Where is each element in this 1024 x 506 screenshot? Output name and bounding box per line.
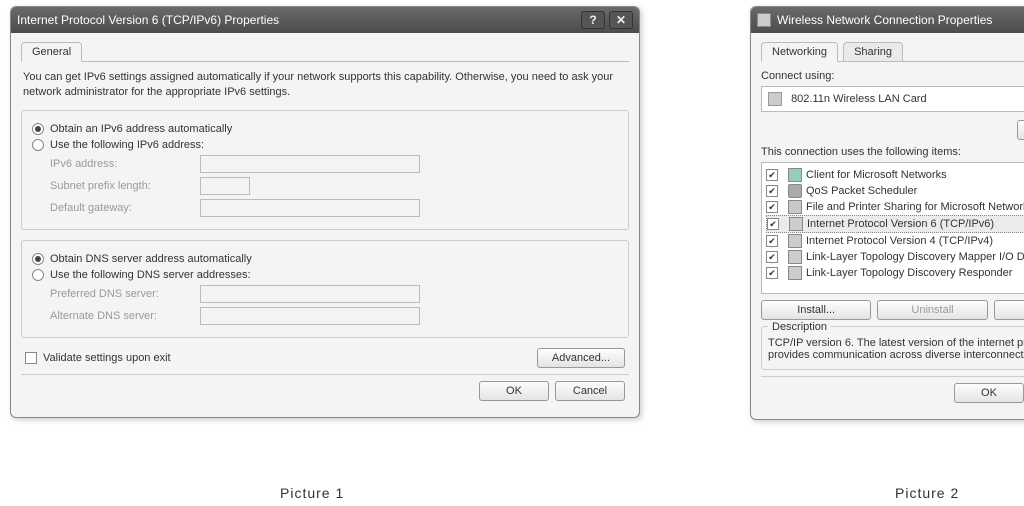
radio-auto-dns[interactable] — [32, 253, 44, 265]
list-item[interactable]: Internet Protocol Version 4 (TCP/IPv4) — [766, 233, 1024, 249]
adapter-box: 802.11n Wireless LAN Card — [761, 86, 1024, 112]
ipv6-tabrow: General — [21, 41, 629, 62]
list-item[interactable]: Link-Layer Topology Discovery Mapper I/O… — [766, 249, 1024, 265]
item-checkbox[interactable] — [766, 251, 778, 263]
gear-icon — [788, 184, 802, 198]
radio-auto-address-label: Obtain an IPv6 address automatically — [50, 123, 232, 135]
install-button[interactable]: Install... — [761, 300, 871, 320]
advanced-button[interactable]: Advanced... — [537, 348, 625, 368]
wlan-body: Networking Sharing Connect using: 802.11… — [751, 33, 1024, 419]
wlan-button-row: OK Cancel — [761, 376, 1024, 409]
item-label: Client for Microsoft Networks — [806, 169, 947, 181]
ipv6-button-row: OK Cancel — [21, 374, 629, 407]
radio-auto-address[interactable] — [32, 123, 44, 135]
picture1-caption: Picture 1 — [280, 485, 344, 501]
validate-label: Validate settings upon exit — [43, 352, 171, 364]
stack-icon — [788, 200, 802, 214]
description-legend: Description — [768, 321, 831, 333]
alt-dns-row: Alternate DNS server: — [50, 307, 618, 325]
radio-manual-address-row[interactable]: Use the following IPv6 address: — [32, 139, 618, 151]
help-button[interactable]: ? — [581, 11, 605, 29]
item-label: File and Printer Sharing for Microsoft N… — [806, 201, 1024, 213]
item-checkbox[interactable] — [766, 267, 778, 279]
pref-dns-row: Preferred DNS server: — [50, 285, 618, 303]
ipv6-address-label: IPv6 address: — [50, 158, 200, 170]
ipv6-address-input — [200, 155, 420, 173]
close-button[interactable]: ✕ — [609, 11, 633, 29]
item-checkbox[interactable] — [767, 218, 779, 230]
ok-button[interactable]: OK — [479, 381, 549, 401]
radio-manual-address-label: Use the following IPv6 address: — [50, 139, 204, 151]
arrow-icon — [788, 266, 802, 280]
ipv6-body: General You can get IPv6 settings assign… — [11, 33, 639, 417]
arrow-icon — [788, 250, 802, 264]
dns-group: Obtain DNS server address automatically … — [21, 240, 629, 338]
prefix-input — [200, 177, 250, 195]
gateway-input — [200, 199, 420, 217]
adapter-icon — [768, 92, 782, 106]
list-item[interactable]: Internet Protocol Version 6 (TCP/IPv6) — [766, 215, 1024, 233]
radio-manual-dns[interactable] — [32, 269, 44, 281]
network-icon — [757, 13, 771, 27]
pref-dns-input — [200, 285, 420, 303]
list-item[interactable]: Client for Microsoft Networks — [766, 167, 1024, 183]
item-label: QoS Packet Scheduler — [806, 185, 917, 197]
picture2-caption: Picture 2 — [895, 485, 959, 501]
pref-dns-label: Preferred DNS server: — [50, 288, 200, 300]
properties-button[interactable]: Properties — [994, 300, 1024, 320]
item-checkbox[interactable] — [766, 169, 778, 181]
prefix-row: Subnet prefix length: — [50, 177, 618, 195]
item-checkbox[interactable] — [766, 235, 778, 247]
item-label: Internet Protocol Version 6 (TCP/IPv6) — [807, 218, 994, 230]
item-checkbox[interactable] — [766, 201, 778, 213]
ipv6-title: Internet Protocol Version 6 (TCP/IPv6) P… — [17, 13, 577, 27]
adapter-name: 802.11n Wireless LAN Card — [791, 93, 927, 105]
list-item[interactable]: Link-Layer Topology Discovery Responder — [766, 265, 1024, 281]
connect-using-label: Connect using: — [761, 70, 1024, 82]
radio-manual-address[interactable] — [32, 139, 44, 151]
radio-manual-dns-row[interactable]: Use the following DNS server addresses: — [32, 269, 618, 281]
wlan-tabrow: Networking Sharing — [761, 41, 1024, 62]
prefix-label: Subnet prefix length: — [50, 180, 200, 192]
item-checkbox[interactable] — [766, 185, 778, 197]
gateway-label: Default gateway: — [50, 202, 200, 214]
radio-auto-dns-label: Obtain DNS server address automatically — [50, 253, 252, 265]
components-list[interactable]: Client for Microsoft Networks QoS Packet … — [761, 162, 1024, 294]
ipv6-info-text: You can get IPv6 settings assigned autom… — [23, 70, 627, 100]
item-label: Link-Layer Topology Discovery Mapper I/O… — [806, 251, 1024, 263]
item-label: Link-Layer Topology Discovery Responder — [806, 267, 1012, 279]
validate-checkbox[interactable] — [25, 352, 37, 364]
ipv6-properties-dialog: Internet Protocol Version 6 (TCP/IPv6) P… — [10, 6, 640, 418]
arrow-icon — [789, 217, 803, 231]
list-item[interactable]: File and Printer Sharing for Microsoft N… — [766, 199, 1024, 215]
tab-general[interactable]: General — [21, 42, 82, 62]
alt-dns-input — [200, 307, 420, 325]
wlan-title: Wireless Network Connection Properties — [777, 13, 1024, 27]
tab-networking[interactable]: Networking — [761, 42, 838, 62]
radio-auto-dns-row[interactable]: Obtain DNS server address automatically — [32, 253, 618, 265]
alt-dns-label: Alternate DNS server: — [50, 310, 200, 322]
cancel-button[interactable]: Cancel — [555, 381, 625, 401]
description-text: TCP/IP version 6. The latest version of … — [768, 337, 1024, 361]
item-label: Internet Protocol Version 4 (TCP/IPv4) — [806, 235, 993, 247]
ipv6-titlebar: Internet Protocol Version 6 (TCP/IPv6) P… — [11, 7, 639, 33]
radio-auto-address-row[interactable]: Obtain an IPv6 address automatically — [32, 123, 618, 135]
ok-button[interactable]: OK — [954, 383, 1024, 403]
pc-icon — [788, 168, 802, 182]
tab-sharing[interactable]: Sharing — [843, 42, 903, 62]
arrow-icon — [788, 234, 802, 248]
configure-button[interactable]: Configure... — [1017, 120, 1024, 140]
wlan-titlebar: Wireless Network Connection Properties ✕ — [751, 7, 1024, 33]
description-box: Description TCP/IP version 6. The latest… — [761, 326, 1024, 370]
wlan-properties-dialog: Wireless Network Connection Properties ✕… — [750, 6, 1024, 420]
uses-items-label: This connection uses the following items… — [761, 146, 1024, 158]
address-group: Obtain an IPv6 address automatically Use… — [21, 110, 629, 230]
list-item[interactable]: QoS Packet Scheduler — [766, 183, 1024, 199]
ipv6-address-row: IPv6 address: — [50, 155, 618, 173]
radio-manual-dns-label: Use the following DNS server addresses: — [50, 269, 251, 281]
gateway-row: Default gateway: — [50, 199, 618, 217]
uninstall-button: Uninstall — [877, 300, 987, 320]
